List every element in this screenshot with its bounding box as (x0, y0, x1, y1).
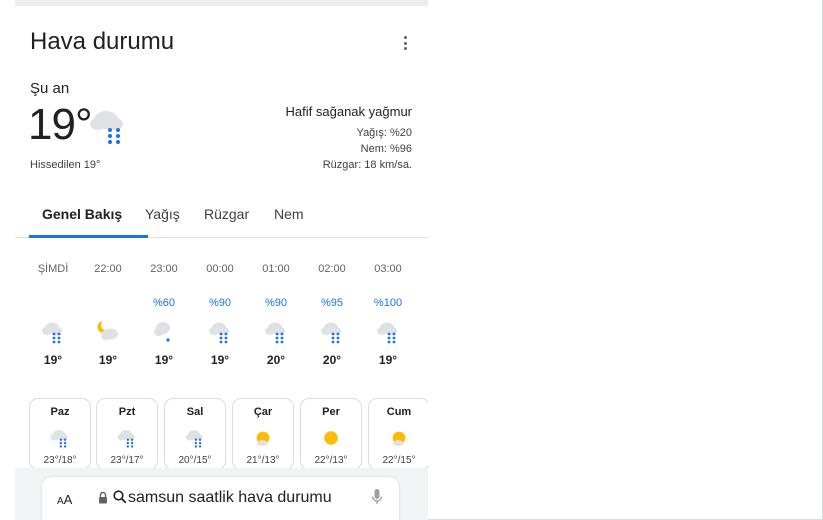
hour-time: 22:00 (94, 263, 122, 275)
address-bar[interactable]: AA samsun saatlik hava durumu (42, 477, 399, 520)
cloud-rain-icon (116, 427, 138, 454)
day-name: Paz (50, 406, 70, 418)
day-temps: 21°/13° (246, 455, 280, 466)
cloud-rain-icon (319, 319, 345, 350)
text-size-button[interactable]: AA (57, 492, 72, 507)
hour-temp: 19° (210, 353, 230, 367)
hour-precip: %60 (152, 297, 176, 309)
cloud-rain-icon (40, 319, 66, 350)
cloud-rain-icon (375, 319, 401, 350)
weather-screen: Hava durumu Şu an 19° Hissedilen 19° Haf… (0, 0, 428, 520)
day-temps: 22°/15° (382, 455, 416, 466)
hourly-item: 23:00 %60 19° (139, 263, 189, 373)
widget-title: Hava durumu (30, 28, 175, 55)
day-temps: 23°/17° (110, 455, 144, 466)
day-card[interactable]: Cum 22°/15° (368, 398, 428, 470)
day-card[interactable]: Çar 21°/13° (232, 398, 294, 470)
hour-time: 03:00 (374, 263, 402, 275)
hour-time: 00:00 (206, 263, 234, 275)
sun-cloud-icon (252, 427, 274, 454)
hourly-item: ŞİMDİ 19° (28, 263, 78, 373)
hour-time: ŞİMDİ (37, 263, 69, 275)
hour-temp: 19° (43, 353, 63, 367)
hour-temp: 19° (378, 353, 398, 367)
cloud-rain-icon (263, 319, 289, 350)
cloud-rain-icon (184, 427, 206, 454)
more-options-icon[interactable] (398, 34, 412, 52)
hour-time: 01:00 (262, 263, 290, 275)
microphone-icon[interactable] (371, 488, 383, 511)
condition-text: Hafif sağanak yağmur (285, 104, 412, 119)
hourly-item: 03:00 %100 19° (363, 263, 413, 373)
sun-icon (320, 427, 342, 454)
day-card[interactable]: Per 22°/13° (300, 398, 362, 470)
now-label: Şu an (30, 80, 70, 97)
day-name: Çar (253, 406, 273, 418)
day-name: Sal (186, 406, 204, 418)
day-card[interactable]: Sal 20°/15° (164, 398, 226, 470)
feels-like: Hissedilen 19° (30, 159, 101, 171)
hourly-item: 01:00 %90 20° (251, 263, 301, 373)
cloud-rain-icon (88, 106, 128, 153)
tab-overview[interactable]: Genel Bakış (42, 206, 122, 222)
top-divider (15, 0, 428, 6)
current-temperature: 19° (28, 100, 93, 149)
active-tab-indicator (29, 235, 148, 238)
tab-bar: Genel Bakış Yağış Rüzgar Nem (15, 200, 428, 238)
cloud-rain-icon (49, 427, 71, 454)
day-card[interactable]: Paz 23°/18° (29, 398, 91, 470)
hour-precip: %100 (373, 297, 403, 309)
day-name: Pzt (118, 406, 136, 418)
hour-precip: %95 (320, 297, 344, 309)
tab-humidity[interactable]: Nem (274, 206, 304, 222)
day-temps: 22°/13° (314, 455, 348, 466)
cloud-drizzle-icon (151, 319, 177, 350)
hour-temp: 19° (98, 353, 118, 367)
day-temps: 23°/18° (43, 455, 77, 466)
url-text[interactable]: samsun saatlik hava durumu (128, 489, 332, 507)
day-card[interactable]: Pzt 23°/17° (96, 398, 158, 470)
precip-value: Yağış: %20 (356, 127, 412, 139)
moon-cloud-icon (95, 319, 121, 350)
hourly-item: 22:00 19° (83, 263, 133, 373)
humidity-value: Nem: %96 (360, 143, 412, 155)
hour-temp: 19° (154, 353, 174, 367)
cloud-rain-icon (207, 319, 233, 350)
hour-precip: %90 (208, 297, 232, 309)
hour-time: 23:00 (150, 263, 178, 275)
day-temps: 20°/15° (178, 455, 212, 466)
search-icon (113, 490, 127, 509)
hour-temp: 20° (266, 353, 286, 367)
tab-wind[interactable]: Rüzgar (204, 206, 249, 222)
day-name: Per (322, 406, 340, 418)
hourly-item: 02:00 %95 20° (307, 263, 357, 373)
hour-precip: %90 (264, 297, 288, 309)
lock-icon (98, 491, 108, 509)
hourly-item: 00:00 %90 19° (195, 263, 245, 373)
hour-time: 02:00 (318, 263, 346, 275)
day-name: Cum (386, 406, 412, 418)
wind-value: Rüzgar: 18 km/sa. (322, 159, 412, 171)
tab-precipitation[interactable]: Yağış (145, 206, 180, 222)
hour-temp: 20° (322, 353, 342, 367)
sun-cloud-icon (388, 427, 410, 454)
